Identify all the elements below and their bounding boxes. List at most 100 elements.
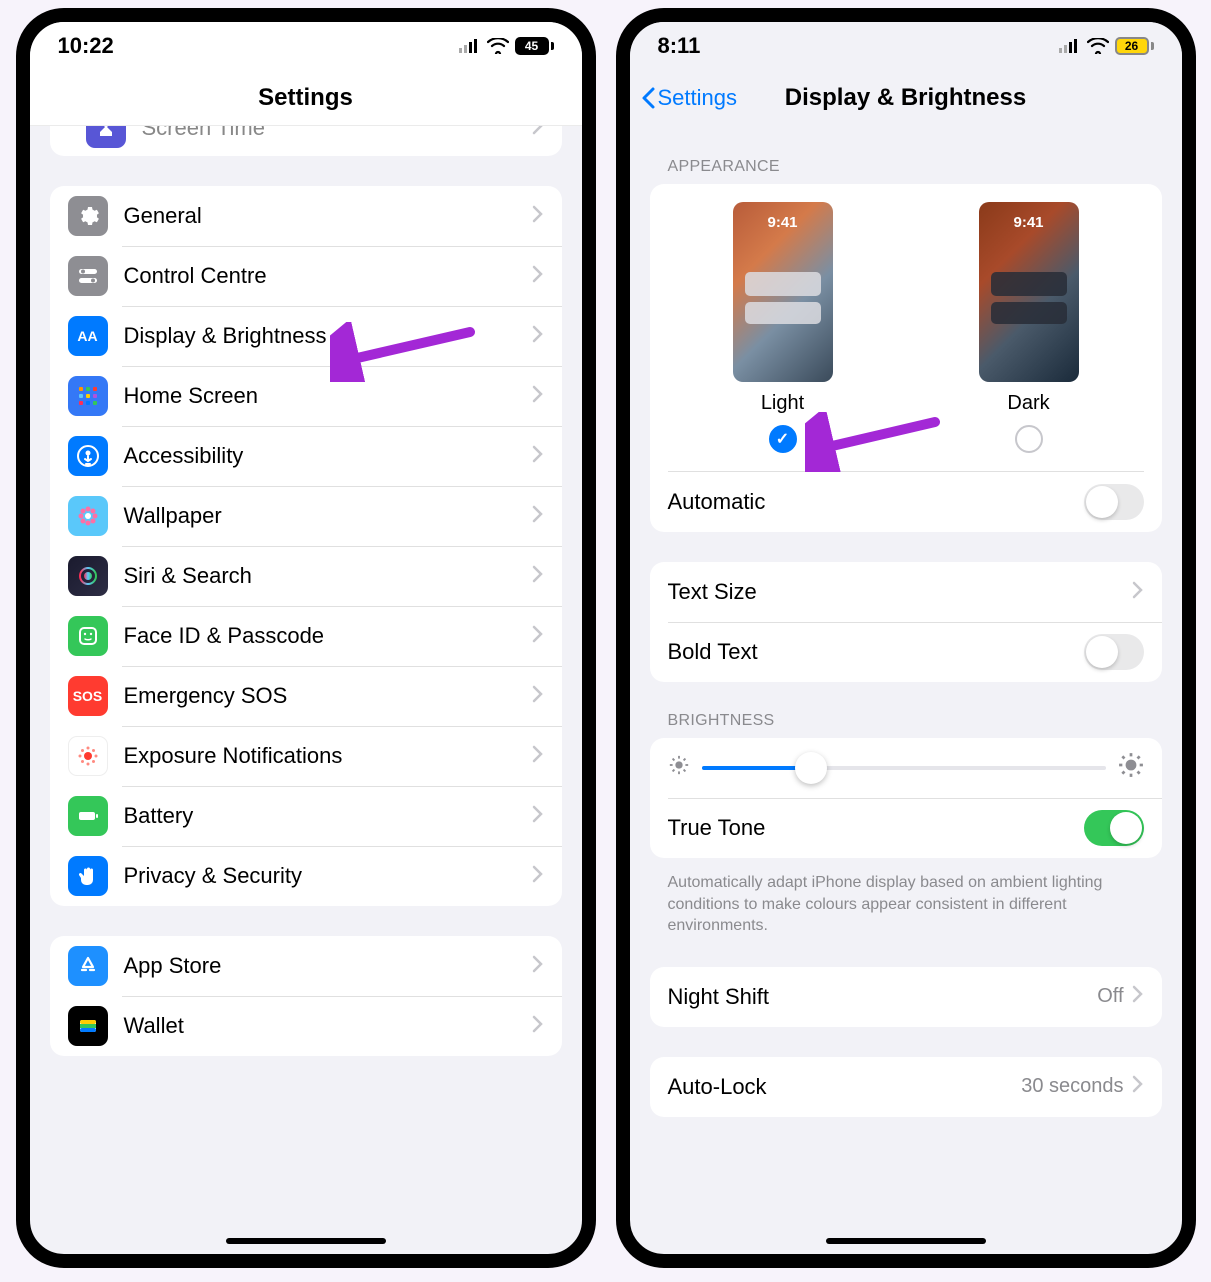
text-group: Text Size Bold Text [650, 562, 1162, 682]
radio-light-checked[interactable] [769, 425, 797, 453]
settings-scroll[interactable]: Screen Time General Control CentreAADispl… [30, 126, 582, 1254]
chevron-right-icon [532, 685, 544, 708]
brightness-slider[interactable] [702, 766, 1106, 770]
settings-row-control-centre[interactable]: Control Centre [50, 246, 562, 306]
row-label: Automatic [668, 489, 1084, 515]
wallet-icon [68, 1006, 108, 1046]
appearance-label-dark: Dark [1007, 392, 1049, 415]
radio-dark[interactable] [1015, 425, 1043, 453]
apps-icon [68, 376, 108, 416]
toggle-automatic[interactable] [1084, 484, 1144, 520]
status-time: 8:11 [658, 33, 701, 59]
row-label: Auto-Lock [668, 1074, 1022, 1100]
status-icons: 26 [1059, 37, 1154, 55]
display-scroll[interactable]: APPEARANCE 9:41 Light 9:41 [630, 126, 1182, 1254]
appearance-option-dark[interactable]: 9:41 Dark [979, 202, 1079, 453]
row-label: True Tone [668, 815, 1084, 841]
row-label: Siri & Search [124, 563, 532, 589]
settings-row-exposure-notifications[interactable]: Exposure Notifications [50, 726, 562, 786]
chevron-right-icon [532, 625, 544, 648]
row-label: Emergency SOS [124, 683, 532, 709]
true-tone-footnote: Automatically adapt iPhone display based… [650, 864, 1162, 937]
preview-dark: 9:41 [979, 202, 1079, 382]
back-button[interactable]: Settings [640, 70, 738, 125]
row-label: Battery [124, 803, 532, 829]
chevron-right-icon [532, 205, 544, 228]
row-automatic[interactable]: Automatic [650, 472, 1162, 532]
appearance-option-light[interactable]: 9:41 Light [733, 202, 833, 453]
face-icon [68, 616, 108, 656]
chevron-right-icon [532, 955, 544, 978]
exn-icon [68, 736, 108, 776]
row-label: Text Size [668, 579, 1132, 605]
row-label: Accessibility [124, 443, 532, 469]
row-night-shift[interactable]: Night Shift Off [650, 967, 1162, 1027]
chevron-right-icon [532, 505, 544, 528]
chevron-right-icon [532, 865, 544, 888]
chevron-right-icon [1132, 581, 1144, 604]
status-bar: 10:22 45 [30, 22, 582, 70]
settings-row-home-screen[interactable]: Home Screen [50, 366, 562, 426]
row-value: Off [1097, 985, 1123, 1008]
row-text-size[interactable]: Text Size [650, 562, 1162, 622]
row-value: 30 seconds [1021, 1075, 1123, 1098]
row-label: Privacy & Security [124, 863, 532, 889]
row-label: Wallet [124, 1013, 532, 1039]
person-icon [68, 436, 108, 476]
switches-icon [68, 256, 108, 296]
night-shift-group: Night Shift Off [650, 967, 1162, 1027]
row-screen-time-peek[interactable]: Screen Time [50, 126, 562, 156]
back-label: Settings [658, 85, 738, 111]
row-label: Face ID & Passcode [124, 623, 532, 649]
chevron-right-icon [1132, 1075, 1144, 1098]
battery-icon: 45 [515, 37, 554, 55]
aa-icon: AA [68, 316, 108, 356]
settings-row-privacy-security[interactable]: Privacy & Security [50, 846, 562, 906]
wifi-icon [1087, 38, 1109, 54]
preview-light: 9:41 [733, 202, 833, 382]
battery-icon [68, 796, 108, 836]
settings-row-emergency-sos[interactable]: SOS Emergency SOS [50, 666, 562, 726]
row-bold-text[interactable]: Bold Text [650, 622, 1162, 682]
phone-display-brightness: 8:11 26 Settings Display & Brightness [616, 8, 1196, 1268]
row-label: Exposure Notifications [124, 743, 532, 769]
row-auto-lock[interactable]: Auto-Lock 30 seconds [650, 1057, 1162, 1117]
chevron-right-icon [532, 745, 544, 768]
settings-row-accessibility[interactable]: Accessibility [50, 426, 562, 486]
chevron-right-icon [1132, 985, 1144, 1008]
settings-row-siri-search[interactable]: Siri & Search [50, 546, 562, 606]
cellular-signal-icon [1059, 39, 1081, 53]
settings-row-display-brightness[interactable]: AADisplay & Brightness [50, 306, 562, 366]
settings-row-battery[interactable]: Battery [50, 786, 562, 846]
row-true-tone[interactable]: True Tone [650, 798, 1162, 858]
nav-header: Settings Display & Brightness [630, 70, 1182, 126]
settings-row-app-store[interactable]: App Store [50, 936, 562, 996]
row-label: Wallpaper [124, 503, 532, 529]
toggle-bold-text[interactable] [1084, 634, 1144, 670]
row-label: Night Shift [668, 984, 1098, 1010]
wifi-icon [487, 38, 509, 54]
home-indicator [226, 1238, 386, 1244]
row-label: App Store [124, 953, 532, 979]
sun-small-icon [668, 754, 690, 782]
settings-row-face-id-passcode[interactable]: Face ID & Passcode [50, 606, 562, 666]
nav-header: Settings [30, 70, 582, 126]
settings-row-general[interactable]: General [50, 186, 562, 246]
gear-icon [68, 196, 108, 236]
toggle-true-tone[interactable] [1084, 810, 1144, 846]
sos-icon: SOS [68, 676, 108, 716]
brightness-group: True Tone [650, 738, 1162, 858]
settings-row-wallpaper[interactable]: Wallpaper [50, 486, 562, 546]
sun-large-icon [1118, 752, 1144, 784]
settings-group-main: General Control CentreAADisplay & Brightn… [50, 186, 562, 906]
settings-group-store: App Store Wallet [50, 936, 562, 1056]
row-label: General [124, 203, 532, 229]
settings-row-wallet[interactable]: Wallet [50, 996, 562, 1056]
status-time: 10:22 [58, 33, 114, 59]
chevron-right-icon [532, 1015, 544, 1038]
hand-icon [68, 856, 108, 896]
status-bar: 8:11 26 [630, 22, 1182, 70]
chevron-right-icon [532, 445, 544, 468]
section-header-brightness: BRIGHTNESS [650, 712, 1162, 738]
row-label: Home Screen [124, 383, 532, 409]
